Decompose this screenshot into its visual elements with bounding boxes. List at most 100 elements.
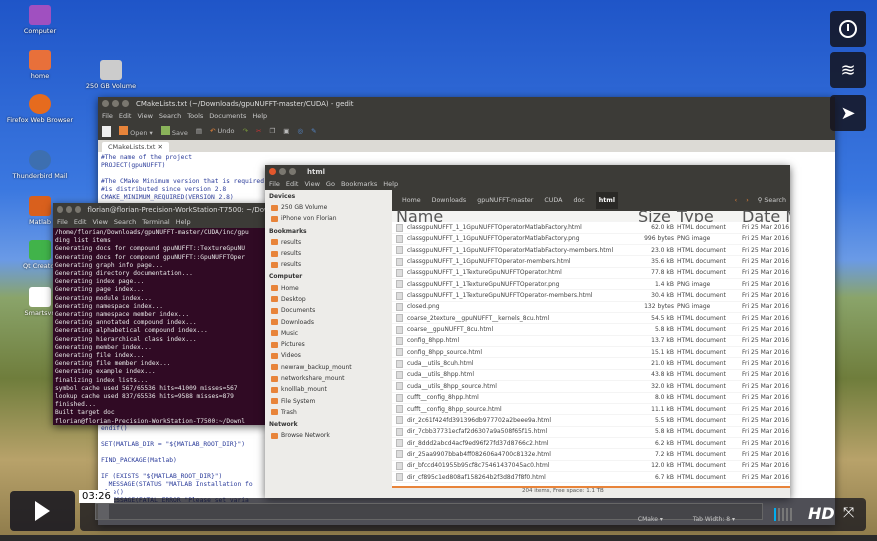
menu-search[interactable]: Search (159, 112, 181, 120)
menu-help[interactable]: Help (383, 180, 398, 188)
desktop-icon-volume[interactable]: 250 GB Volume (76, 60, 146, 90)
sidebar-item[interactable]: newraw_backup_mount (265, 362, 392, 373)
file-row[interactable]: config_8hpp.html 13.7 kB HTML document Fri … (392, 336, 790, 348)
menu-view[interactable]: View (137, 112, 152, 120)
tab-cmakelists[interactable]: CMakeLists.txt ✕ (102, 142, 169, 152)
sidebar-item[interactable]: Browse Network (265, 430, 392, 441)
menu-file[interactable]: File (269, 180, 280, 188)
undo-button[interactable]: ↶ Undo (210, 127, 235, 135)
menu-edit[interactable]: Edit (74, 218, 87, 226)
menu-documents[interactable]: Documents (209, 112, 246, 120)
menu-view[interactable]: View (92, 218, 107, 226)
menu-tools[interactable]: Tools (187, 112, 203, 120)
share-button[interactable]: ➤ (830, 95, 866, 131)
file-row[interactable]: cufft__config_8hpp_source.html 11.1 kB HTM… (392, 404, 790, 416)
file-row[interactable]: classgpuNUFFT_1_1GpuNUFFTOperatorMatlabF… (392, 222, 790, 234)
sidebar-item[interactable]: Documents (265, 305, 392, 316)
desktop-icon-thunderbird[interactable]: Thunderbird Mail (5, 150, 75, 180)
print-icon[interactable]: ▤ (196, 127, 202, 135)
path-button-downloads[interactable]: Downloads (432, 197, 467, 204)
sidebar-item[interactable]: File System (265, 395, 392, 406)
file-row[interactable]: cuda__utils_8cuh.html 21.0 kB HTML documen… (392, 358, 790, 370)
sidebar-item[interactable]: results (265, 259, 392, 270)
sidebar-item[interactable]: results (265, 237, 392, 248)
gedit-editor-bottom[interactable]: endif() SET(MATLAB_DIR = "${MATLAB_ROOT_D… (101, 425, 253, 505)
new-file-icon[interactable] (102, 125, 111, 137)
sidebar-item[interactable]: results (265, 248, 392, 259)
save-button[interactable]: Save (160, 125, 188, 137)
cut-icon[interactable]: ✂ (256, 127, 261, 135)
file-row[interactable]: coarse__gpuNUFFT_8cu.html 5.8 kB HTML docu… (392, 324, 790, 336)
gedit-titlebar[interactable]: CMakeLists.txt (~/Downloads/gpuNUFFT-mas… (98, 97, 835, 110)
file-row[interactable]: cufft__config_8hpp.html 8.0 kB HTML docume… (392, 393, 790, 404)
tab-width-selector[interactable]: Tab Width: 8 ▾ (693, 516, 735, 523)
menu-view[interactable]: View (304, 180, 319, 188)
desktop-icon-home[interactable]: home (5, 50, 75, 80)
sidebar-item[interactable]: Pictures (265, 339, 392, 350)
find-icon[interactable]: ◎ (297, 127, 303, 135)
path-button-cuda[interactable]: CUDA (544, 197, 562, 204)
file-type: HTML document (677, 382, 726, 390)
sidebar-item[interactable]: Desktop (265, 294, 392, 305)
sidebar-item[interactable]: Home (265, 282, 392, 293)
file-row[interactable]: classgpuNUFFT_1_1GpuNUFFTOperatorMatlabF… (392, 245, 790, 257)
desktop-icon-firefox[interactable]: Firefox Web Browser (5, 94, 75, 124)
file-row[interactable]: cuda__utils_8hpp_source.html 32.0 kB HTML … (392, 381, 790, 393)
file-row[interactable]: dir_bfccd401955b95cf8c75461437045ac0.htm… (392, 461, 790, 472)
sidebar-item[interactable]: Music (265, 328, 392, 339)
menu-search[interactable]: Search (114, 218, 136, 226)
collections-button[interactable]: ≋ (830, 52, 866, 88)
redo-icon[interactable]: ↷ (243, 127, 248, 135)
desktop-icon-computer[interactable]: Computer (5, 5, 75, 35)
fullscreen-icon[interactable]: ⤧ (843, 505, 854, 521)
sidebar-item[interactable]: Videos (265, 350, 392, 361)
file-row[interactable]: dir_2c61f424fd391396db977702a2beee9a.htm… (392, 415, 790, 427)
sidebar-item[interactable]: iPhone von Florian (265, 213, 392, 224)
sidebar-item[interactable]: Downloads (265, 316, 392, 327)
path-button-home[interactable]: Home (402, 197, 421, 204)
play-button[interactable] (10, 491, 75, 531)
forward-icon[interactable]: › (746, 197, 749, 204)
menu-file[interactable]: File (57, 218, 68, 226)
file-row[interactable]: dir_cf895c1ed808af158264b2f3d8d7f8f0.htm… (392, 472, 790, 484)
file-row[interactable]: dir_25aa9907bbab4ff082606a4700c8132e.htm… (392, 449, 790, 461)
menu-bookmarks[interactable]: Bookmarks (341, 180, 377, 188)
file-manager-titlebar[interactable]: html (265, 165, 790, 178)
close-icon[interactable] (269, 168, 276, 175)
watch-later-button[interactable] (830, 11, 866, 47)
open-button[interactable]: Open ▾ (119, 125, 153, 137)
menu-go[interactable]: Go (326, 180, 335, 188)
replace-icon[interactable]: ✎ (311, 127, 316, 135)
sidebar-item[interactable]: Trash (265, 407, 392, 418)
menu-help[interactable]: Help (176, 218, 191, 226)
back-icon[interactable]: ‹ (735, 197, 738, 204)
file-row[interactable]: classgpuNUFFT_1_1TextureGpuNUFFTOperator… (392, 290, 790, 302)
menu-help[interactable]: Help (252, 112, 267, 120)
paste-icon[interactable]: ▣ (283, 127, 289, 135)
language-selector[interactable]: CMake ▾ (638, 516, 663, 523)
sidebar-item[interactable]: networkshare_mount (265, 373, 392, 384)
file-row[interactable]: cuda__utils_8hpp.html 43.8 kB HTML documen… (392, 370, 790, 382)
file-row[interactable]: classgpuNUFFT_1_1TextureGpuNUFFTOperator… (392, 279, 790, 291)
sidebar-item[interactable]: 250 GB Volume (265, 202, 392, 213)
path-button-doc[interactable]: doc (573, 197, 584, 204)
copy-icon[interactable]: ❐ (269, 127, 275, 135)
file-row[interactable]: config_8hpp_source.html 15.1 kB HTML docum… (392, 347, 790, 359)
path-button-gpunufft-master[interactable]: gpuNUFFT-master (477, 197, 533, 204)
menu-edit[interactable]: Edit (119, 112, 132, 120)
search-button[interactable]: ⚲ Search (758, 197, 790, 204)
file-row[interactable]: classgpuNUFFT_1_1TextureGpuNUFFTOperator… (392, 268, 790, 280)
menu-edit[interactable]: Edit (286, 180, 299, 188)
file-row[interactable]: closed.png 132 bytes PNG image Fri 25 Mar 2… (392, 302, 790, 314)
menu-terminal[interactable]: Terminal (142, 218, 169, 226)
file-row[interactable]: classgpuNUFFT_1_1GpuNUFFTOperator-member… (392, 256, 790, 268)
file-type: HTML document (677, 292, 726, 300)
terminal-titlebar[interactable]: florian@florian-Precision-WorkStation-T7… (53, 203, 268, 216)
menu-file[interactable]: File (102, 112, 113, 120)
terminal-output[interactable]: /home/florian/Downloads/gpuNUFFT-master/… (53, 228, 268, 425)
file-row[interactable]: dir_8ddd2abcd4acf9ed96f27fd37d8766c2.htm… (392, 438, 790, 450)
sidebar-item[interactable]: knolllab_mount (265, 384, 392, 395)
file-row[interactable]: coarse_2texture__gpuNUFFT__kernels_8cu.h… (392, 313, 790, 325)
file-row[interactable]: dir_7cbb37731ecfaf2d6307a9a508f65f15.htm… (392, 427, 790, 438)
file-row[interactable]: classgpuNUFFT_1_1GpuNUFFTOperatorMatlabF… (392, 234, 790, 246)
